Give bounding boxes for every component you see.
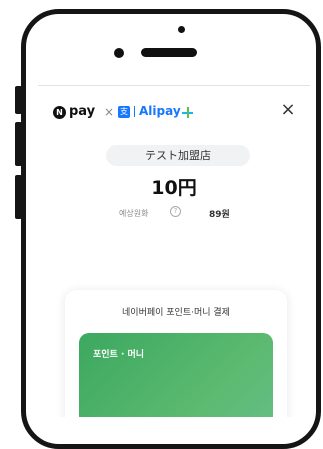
header-bar: N pay × 支 Alipay ×: [38, 86, 310, 120]
alipay-wordmark: Alipay: [139, 104, 181, 118]
npay-wordmark: pay: [69, 104, 96, 119]
payment-method-card: 네이버페이 포인트·머니 결제 포인트 · 머니: [65, 290, 287, 417]
estimated-krw-value: 89원: [209, 210, 230, 220]
merchant-name: テスト加盟店: [106, 145, 250, 166]
payment-amount: 10円: [151, 177, 197, 199]
naverpay-logo-icon: N: [53, 106, 66, 119]
alipay-logo-icon: 支: [118, 106, 130, 118]
alipay-plus-icon: [182, 107, 193, 118]
speaker-icon: [141, 48, 197, 57]
brand-separator: ×: [104, 105, 115, 119]
close-button[interactable]: ×: [278, 100, 298, 120]
info-icon[interactable]: ?: [170, 206, 181, 217]
estimated-krw-label: 예상원화: [119, 209, 149, 218]
payment-screen: N pay × 支 Alipay × テスト加盟店 10円 예상원화 ? 89원…: [38, 85, 310, 417]
payment-method-title: 네이버페이 포인트·머니 결제: [122, 308, 230, 318]
divider: [134, 106, 135, 117]
camera-icon: [178, 26, 185, 33]
estimated-krw-row: 예상원화 ? 89원: [38, 206, 310, 220]
front-camera-icon: [114, 48, 124, 58]
points-money-label: 포인트 · 머니: [93, 350, 145, 360]
points-money-card[interactable]: 포인트 · 머니: [79, 333, 273, 417]
